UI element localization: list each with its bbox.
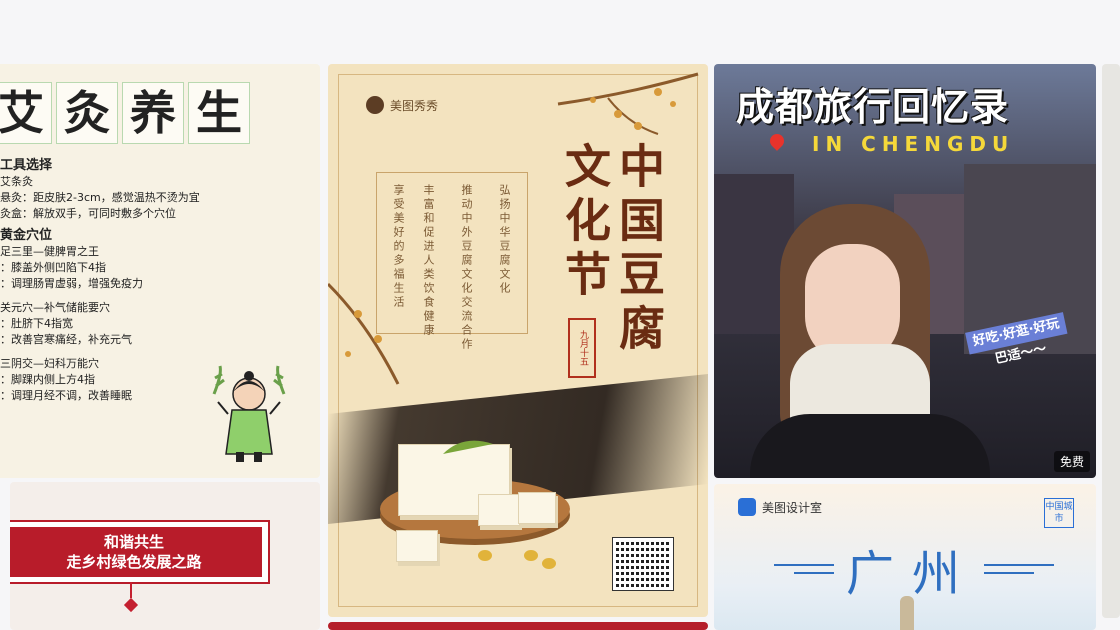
tofu-piece [478, 494, 520, 526]
title-column-2: 文化节 [558, 142, 612, 304]
bean [524, 550, 538, 561]
brand-meitu: 美图秀秀 [366, 96, 438, 114]
decor-line [984, 564, 1054, 566]
brand-label: 美图设计室 [762, 500, 823, 515]
tower-illustration [900, 596, 914, 630]
section-heading: 黄金穴位 [0, 228, 53, 243]
vertical-line: 推动中外豆腐文化交流合作 [460, 184, 473, 352]
card-title: 成都旅行回忆录 [736, 85, 1010, 129]
text-line: 关元穴—补气储能要穴 [0, 301, 110, 314]
location-pin-icon [767, 131, 787, 151]
template-card-chengdu-travel[interactable]: 成都旅行回忆录 IN CHENGDU 好吃·好逛·好玩 巴适～～ 免费 [714, 64, 1096, 478]
top-bar [0, 0, 1120, 64]
city-stamp: 中国城市 [1044, 498, 1074, 528]
text-line: ：膝盖外侧凹陷下4指 [0, 261, 106, 274]
knot-string [130, 582, 132, 598]
banner-frame: 和谐共生 走乡村绿色发展之路 [10, 520, 270, 584]
date-seal: 九月十五 [568, 318, 596, 378]
vertical-line: 丰富和促进人类饮食健康 [422, 184, 435, 338]
city-title: 广州 [846, 546, 979, 602]
leaf-icon [443, 440, 493, 454]
banner-line1: 和谐共生 [103, 533, 164, 551]
vertical-line: 享受美好的多福生活 [392, 184, 405, 310]
decor-line [794, 572, 834, 574]
template-card-guangzhou[interactable]: 美图设计室 中国城市 广州 [714, 484, 1096, 630]
design-studio-logo-icon [738, 498, 756, 516]
template-card-moxibustion[interactable]: 艾 灸 养 生 工具选择艾条灸悬灸：距皮肤2-3cm，感觉温热不烫为宜 灸盒：解放… [0, 64, 320, 478]
text-line: ：肚脐下4指宽 [0, 317, 73, 330]
banner: 和谐共生 走乡村绿色发展之路 [10, 527, 262, 577]
qr-code [612, 537, 674, 591]
free-badge: 免费 [1053, 451, 1090, 472]
vertical-line: 弘扬中华豆腐文化 [498, 184, 511, 296]
template-card-partial-bottom[interactable] [328, 622, 708, 630]
portrait-photo [750, 204, 990, 478]
chinese-knot-icon [123, 597, 139, 613]
template-card-partial-right[interactable] [1102, 64, 1120, 618]
text-line: 足三里—健脾胃之王 [0, 245, 99, 258]
tofu-piece [518, 492, 556, 524]
title-char: 生 [188, 82, 250, 144]
text-line: 灸盒：解放双手，可同时敷多个穴位 [0, 207, 176, 220]
decor-line [984, 572, 1034, 574]
decor-line [774, 564, 834, 566]
card-subtitle: IN CHENGDU [812, 132, 1015, 156]
bean [478, 550, 492, 561]
text-line: ：改善宫寒痛经，补充元气 [0, 333, 132, 346]
child-illustration [212, 365, 286, 462]
template-card-green-village[interactable]: 和谐共生 走乡村绿色发展之路 [10, 482, 320, 630]
text-line: ：调理肠胃虚弱，增强免疫力 [0, 277, 143, 290]
title-char: 养 [122, 82, 184, 144]
banner-line2: 走乡村绿色发展之路 [66, 553, 202, 571]
text-line: 艾条灸 [0, 175, 33, 188]
bean [542, 558, 556, 569]
brand-label: 美图秀秀 [390, 98, 439, 113]
title-char: 灸 [56, 82, 118, 144]
title-char: 艾 [0, 82, 52, 144]
tofu-piece [396, 530, 438, 562]
title-column-1: 中国豆腐 [612, 142, 666, 358]
brand-meitu-design: 美图设计室 [738, 498, 822, 516]
card-title: 艾 灸 养 生 [0, 82, 250, 144]
section-heading: 工具选择 [0, 158, 53, 173]
text-line: 悬灸：距皮肤2-3cm，感觉温热不烫为宜 [0, 191, 200, 204]
template-card-tofu-festival[interactable]: 美图秀秀 弘扬中华豆腐文化 推动中外豆腐文化交流合作 丰富和促进人类饮食健康 享… [328, 64, 708, 617]
meitu-logo-icon [366, 96, 384, 114]
